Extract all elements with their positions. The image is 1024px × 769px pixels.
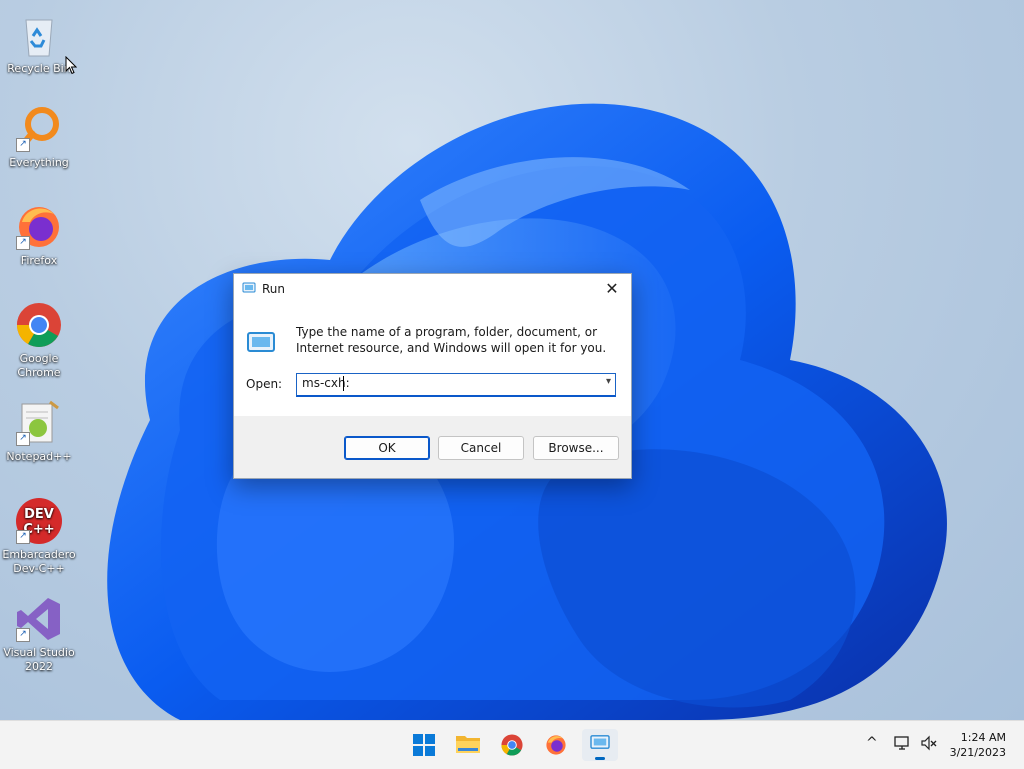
firefox-icon	[546, 735, 566, 755]
network-icon[interactable]	[894, 735, 912, 754]
ok-button[interactable]: OK	[344, 436, 430, 460]
desktop-icon-label: Visual Studio 2022	[3, 646, 75, 673]
open-combobox[interactable]: ms-cxh: ▾	[296, 373, 616, 397]
dev-cpp-icon: DEV C++ ↗	[14, 496, 64, 546]
open-label: Open:	[246, 377, 283, 391]
dialog-title: Run	[262, 282, 286, 296]
tray-chevron-up-icon[interactable]: ^	[866, 735, 878, 751]
everything-icon: ↗	[14, 104, 64, 154]
taskbar: ^ 1:24 AM 3/21/2023	[0, 720, 1024, 769]
desktop-icon-firefox[interactable]: ↗ Firefox	[1, 202, 77, 268]
taskbar-start[interactable]	[406, 729, 442, 761]
cancel-button[interactable]: Cancel	[438, 436, 524, 460]
desktop-icon-notepad-plus-plus[interactable]: ↗ Notepad++	[1, 398, 77, 464]
desktop-icon-dev-cpp[interactable]: DEV C++ ↗ Embarcadero Dev-C++	[1, 496, 77, 576]
dialog-footer: OK Cancel Browse...	[234, 416, 631, 478]
chrome-icon	[14, 300, 64, 350]
chrome-icon	[501, 734, 523, 756]
shortcut-arrow-icon: ↗	[16, 236, 30, 250]
firefox-icon: ↗	[14, 202, 64, 252]
visual-studio-icon: ↗	[14, 594, 64, 644]
file-explorer-icon	[456, 736, 480, 753]
browse-button[interactable]: Browse...	[533, 436, 619, 460]
run-icon	[242, 282, 256, 297]
shortcut-arrow-icon: ↗	[16, 432, 30, 446]
taskbar-chrome[interactable]	[494, 729, 530, 761]
desktop-icon-everything[interactable]: ↗ Everything	[1, 104, 77, 170]
desktop-icon-label: Embarcadero Dev-C++	[2, 548, 76, 575]
run-program-icon	[246, 329, 276, 358]
svg-text:DEV: DEV	[24, 507, 54, 522]
taskbar-firefox[interactable]	[538, 729, 574, 761]
chevron-down-icon[interactable]: ▾	[606, 376, 611, 387]
desktop-icon-label: Google Chrome	[17, 352, 61, 379]
taskbar-run[interactable]	[582, 729, 618, 761]
desktop-icon-google-chrome[interactable]: Google Chrome	[1, 300, 77, 380]
desktop-icon-visual-studio[interactable]: ↗ Visual Studio 2022	[1, 594, 77, 674]
clock-date: 3/21/2023	[949, 746, 1006, 759]
desktop-icon-label: Firefox	[20, 254, 58, 267]
mouse-cursor-icon	[65, 56, 77, 75]
active-indicator	[595, 757, 605, 760]
volume-muted-icon[interactable]	[920, 735, 938, 754]
shortcut-arrow-icon: ↗	[16, 628, 30, 642]
shortcut-arrow-icon: ↗	[16, 138, 30, 152]
close-button[interactable]: ✕	[599, 278, 625, 300]
clock-time: 1:24 AM	[960, 731, 1006, 744]
recycle-bin-icon	[14, 10, 64, 60]
shortcut-arrow-icon: ↗	[16, 530, 30, 544]
run-icon	[590, 735, 610, 749]
text-caret	[343, 376, 344, 391]
dialog-titlebar[interactable]: Run ✕	[234, 274, 631, 304]
notepad-plus-plus-icon: ↗	[14, 398, 64, 448]
taskbar-file-explorer[interactable]	[450, 729, 486, 761]
desktop-icon-label: Everything	[9, 156, 69, 169]
taskbar-clock[interactable]: 1:24 AM 3/21/2023	[950, 730, 1006, 760]
run-dialog: Run ✕ Type the name of a program, folder…	[233, 273, 632, 479]
dialog-description: Type the name of a program, folder, docu…	[296, 325, 607, 355]
desktop-icon-label: Notepad++	[6, 450, 72, 463]
start-icon	[413, 734, 435, 756]
